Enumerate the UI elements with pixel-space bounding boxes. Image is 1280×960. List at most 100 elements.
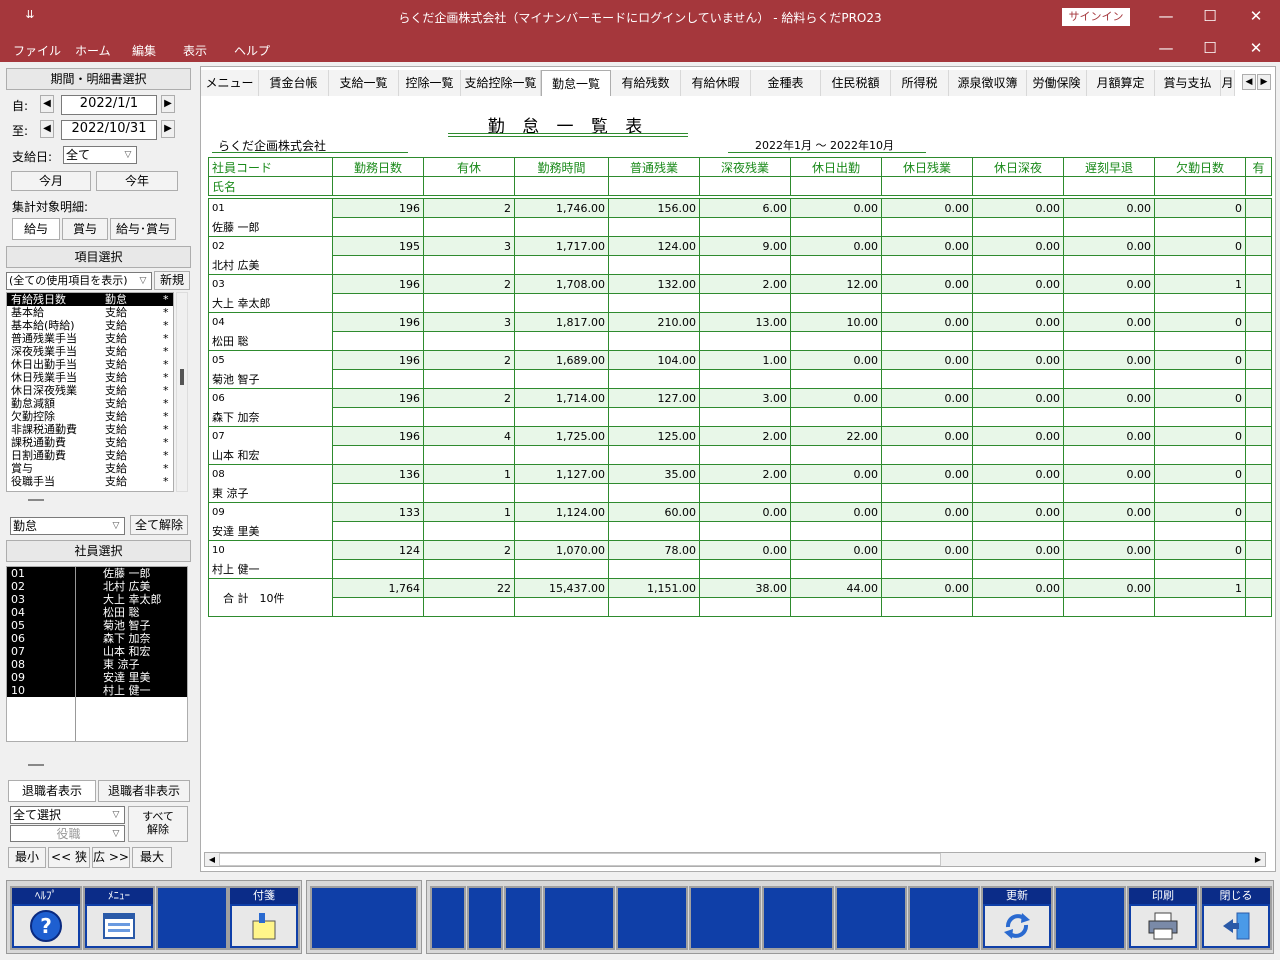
fkey-empty-6[interactable]	[430, 886, 466, 950]
menu-fkey[interactable]: ﾒﾆｭｰ	[83, 886, 155, 950]
fkey-empty-16[interactable]	[1054, 886, 1126, 950]
scroll-thumb[interactable]	[219, 853, 941, 866]
clear-all-button[interactable]: 全て解除	[130, 515, 188, 535]
doc-minimize-button[interactable]: —	[1154, 39, 1178, 57]
tab-2[interactable]: 支給一覧	[329, 70, 399, 96]
fkey-empty-12[interactable]	[762, 886, 834, 950]
tab-scroll-right[interactable]: ▶	[1257, 74, 1271, 90]
table-row[interactable]: 10 124 2 1,070.00 78.00 0.00 0.00 0.00 0.00 0.00 0	[208, 540, 1272, 560]
table-row[interactable]: 08 136 1 1,127.00 35.00 2.00 0.00 0.00 0.00 0.00 0	[208, 464, 1272, 484]
splitter-handle[interactable]	[28, 499, 44, 501]
table-row[interactable]: 02 195 3 1,717.00 124.00 9.00 0.00 0.00 0.00 0.00…	[208, 236, 1272, 256]
from-next-button[interactable]: ▶	[161, 95, 175, 113]
this-year-button[interactable]: 今年	[96, 171, 178, 191]
table-row-sub[interactable]: 東 涼子	[208, 483, 1272, 503]
item-row[interactable]: 普通残業手当 支給 *	[7, 332, 173, 345]
item-row[interactable]: 基本給(時給) 支給 *	[7, 319, 173, 332]
tab-8[interactable]: 金種表	[751, 70, 821, 96]
tab-10[interactable]: 所得税	[891, 70, 949, 96]
note-fkey[interactable]: 付箋	[228, 886, 300, 950]
fkey-empty-7[interactable]	[467, 886, 503, 950]
table-row[interactable]: 04 196 3 1,817.00 210.00 13.00 10.00 0.00 0.00 0.…	[208, 312, 1272, 332]
menu-help[interactable]: ヘルプ	[234, 42, 270, 59]
item-row[interactable]: 有給残日数 勤怠 *	[7, 293, 173, 306]
item-row[interactable]: 日割通勤費 支給 *	[7, 449, 173, 462]
employee-row[interactable]: 07 山本 和宏	[7, 645, 187, 658]
this-month-button[interactable]: 今月	[11, 171, 91, 191]
from-prev-button[interactable]: ◀	[40, 95, 54, 113]
item-list[interactable]: 有給残日数 勤怠 * 基本給 支給 * 基本給(時給) 支給 * 普通残業手当 支給 * 深夜残業手当支…	[6, 292, 174, 492]
target-both-button[interactable]: 給与･賞与	[110, 218, 176, 240]
tab-scroll-left[interactable]: ◀	[1242, 74, 1256, 90]
target-salary-button[interactable]: 給与	[12, 218, 60, 240]
table-row-sub[interactable]: 松田 聡	[208, 331, 1272, 351]
doc-close-button[interactable]: ✕	[1244, 39, 1268, 57]
table-row[interactable]: 05 196 2 1,689.00 104.00 1.00 0.00 0.00 0.00 0.00…	[208, 350, 1272, 370]
item-row[interactable]: 欠勤控除 支給 *	[7, 410, 173, 423]
zoom-min-button[interactable]: 最小	[8, 847, 46, 868]
tab-11[interactable]: 源泉徴収簿	[949, 70, 1027, 96]
table-row[interactable]: 01 196 2 1,746.00 156.00 6.00 0.00 0.00 0.00 0.00…	[208, 198, 1272, 218]
retired-show-button[interactable]: 退職者表示	[8, 780, 96, 802]
table-row-sub[interactable]: 大上 幸太郎	[208, 293, 1272, 313]
payday-select[interactable]: 全て ▽	[63, 146, 137, 164]
update-fkey[interactable]: 更新	[981, 886, 1053, 950]
table-row[interactable]: 07 196 4 1,725.00 125.00 2.00 22.00 0.00 0.00 0.0…	[208, 426, 1272, 446]
item-row[interactable]: 課税通勤費 支給 *	[7, 436, 173, 449]
tab-7[interactable]: 有給休暇	[681, 70, 751, 96]
employee-row[interactable]: 08 東 涼子	[7, 658, 187, 671]
tab-3[interactable]: 控除一覧	[399, 70, 461, 96]
signin-button[interactable]: サインイン	[1062, 8, 1130, 26]
table-row[interactable]: 09 133 1 1,124.00 60.00 0.00 0.00 0.00 0.00 0.00 0	[208, 502, 1272, 522]
fkey-empty-14[interactable]	[908, 886, 980, 950]
print-fkey[interactable]: 印刷	[1127, 886, 1199, 950]
table-row[interactable]: 03 196 2 1,708.00 132.00 2.00 12.00 0.00 0.00 0.0…	[208, 274, 1272, 294]
select-all-combo[interactable]: 全て選択 ▽	[10, 806, 125, 824]
tab-9[interactable]: 住民税額	[821, 70, 891, 96]
period-header[interactable]: 期間・明細書選択	[6, 68, 191, 90]
table-row-sub[interactable]: 菊池 智子	[208, 369, 1272, 389]
scroll-left-icon[interactable]: ◀	[205, 853, 219, 866]
employee-list[interactable]: 01 佐藤 一郎 02 北村 広美 03 大上 幸太郎 04 松田 聡 05 菊池 智子 06 森下 …	[6, 566, 188, 742]
employee-row[interactable]: 01 佐藤 一郎	[7, 567, 187, 580]
to-next-button[interactable]: ▶	[161, 120, 175, 138]
tab-4[interactable]: 支給控除一覧	[461, 70, 541, 96]
employee-row[interactable]: 04 松田 聡	[7, 606, 187, 619]
item-filter-select[interactable]: (全ての使用項目を表示) ▽	[6, 272, 152, 290]
table-row[interactable]: 06 196 2 1,714.00 127.00 3.00 0.00 0.00 0.00 0.00…	[208, 388, 1272, 408]
menu-edit[interactable]: 編集	[132, 42, 156, 59]
from-date-input[interactable]: 2022/1/1	[61, 95, 157, 115]
maximize-button[interactable]: ☐	[1198, 7, 1222, 25]
position-combo[interactable]: 役職 ▽	[10, 825, 125, 842]
fkey-empty-13[interactable]	[835, 886, 907, 950]
fkey-empty-5[interactable]	[310, 886, 418, 950]
doc-restore-button[interactable]: ☐	[1198, 39, 1222, 57]
tab-5[interactable]: 勤怠一覧	[541, 70, 611, 96]
table-row-sub[interactable]: 安達 里美	[208, 521, 1272, 541]
table-row-sub[interactable]: 山本 和宏	[208, 445, 1272, 465]
table-row-sub[interactable]: 佐藤 一郎	[208, 217, 1272, 237]
menu-view[interactable]: 表示	[183, 42, 207, 59]
splitter-handle[interactable]	[28, 764, 44, 766]
tab-6[interactable]: 有給残数	[611, 70, 681, 96]
minimize-button[interactable]: —	[1154, 7, 1178, 25]
zoom-wide-button[interactable]: 広 >>	[92, 847, 130, 868]
to-prev-button[interactable]: ◀	[40, 120, 54, 138]
item-row[interactable]: 休日出勤手当 支給 *	[7, 358, 173, 371]
fkey-empty-11[interactable]	[689, 886, 761, 950]
employee-row[interactable]: 06 森下 加奈	[7, 632, 187, 645]
tab-1[interactable]: 賃金台帳	[259, 70, 329, 96]
item-row[interactable]: 役職手当 支給 *	[7, 475, 173, 488]
scroll-right-icon[interactable]: ▶	[1251, 853, 1265, 866]
employee-row[interactable]: 02 北村 広美	[7, 580, 187, 593]
tab-12[interactable]: 労働保険	[1027, 70, 1087, 96]
fkey-empty-9[interactable]	[543, 886, 615, 950]
zoom-max-button[interactable]: 最大	[132, 847, 172, 868]
item-row[interactable]: 休日深夜残業 支給 *	[7, 384, 173, 397]
table-row-sub[interactable]: 森下 加奈	[208, 407, 1272, 427]
fkey-empty-10[interactable]	[616, 886, 688, 950]
fkey-empty-8[interactable]	[504, 886, 542, 950]
deselect-all-button[interactable]: すべて 解除	[128, 806, 188, 842]
help-fkey[interactable]: ﾍﾙﾌﾟ ?	[10, 886, 82, 950]
target-bonus-button[interactable]: 賞与	[62, 218, 108, 240]
